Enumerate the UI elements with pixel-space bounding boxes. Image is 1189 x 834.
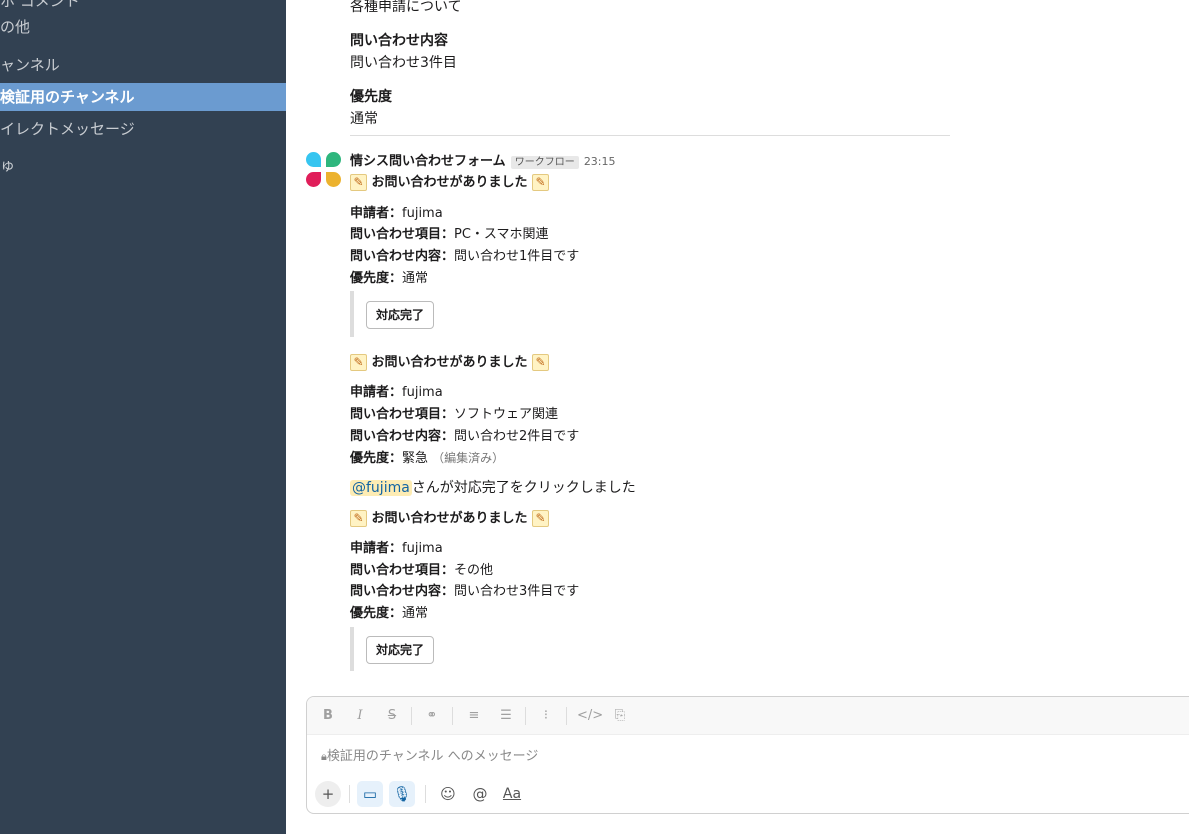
italic-icon[interactable]: I (349, 706, 371, 726)
post-heading: ✎ お問い合わせがありました ✎ (350, 171, 550, 191)
item-row: 問い合わせ項目：PC・スマホ関連 (350, 227, 549, 242)
edited-label: （編集済み） (432, 451, 505, 465)
priority-row: 優先度：通常 (350, 271, 429, 286)
link-icon[interactable]: ⚭ (421, 706, 443, 726)
memo-icon: ✎ (532, 354, 550, 371)
ordered-list-icon[interactable]: ≡ (463, 706, 485, 726)
applicant-row: 申請者：fujima (350, 541, 443, 556)
memo-icon: ✎ (532, 174, 550, 191)
workflow-badge: ワークフロー (510, 156, 579, 169)
sidebar-item-test-channel[interactable]: 検証用のチャンネル (0, 83, 286, 111)
sidebar: ホ コメント の他 ャンネル 検証用のチャンネル イレクトメッセージ ゅ (0, 0, 286, 834)
post-heading: ✎ お問い合わせがありました ✎ (350, 351, 550, 371)
applicant-row: 申請者：fujima (350, 206, 443, 221)
bold-icon[interactable]: B (317, 706, 339, 726)
sidebar-section-direct-messages[interactable]: イレクトメッセージ (0, 114, 286, 144)
completion-notice: @fujima さんが対応完了をクリックしました (350, 480, 636, 496)
complete-button[interactable]: 対応完了 (366, 636, 435, 664)
strikethrough-icon[interactable]: S (381, 706, 403, 726)
timestamp[interactable]: 23:15 (584, 155, 616, 168)
memo-icon: ✎ (350, 510, 367, 527)
content-row: 問い合わせ内容：問い合わせ3件目です (350, 584, 580, 599)
content-row: 問い合わせ内容：問い合わせ2件目です (350, 429, 580, 444)
message-composer: B I S ⚭ ≡ ☰ ⁝ </> ⎘ 🔒︎検証用のチャンネル へのメッセージ … (306, 696, 1189, 814)
message-divider (350, 135, 950, 136)
complete-button[interactable]: 対応完了 (366, 301, 435, 329)
sidebar-section-channels[interactable]: ャンネル (0, 50, 286, 80)
applicant-row: 申請者：fujima (350, 385, 443, 400)
formatting-toolbar: B I S ⚭ ≡ ☰ ⁝ </> ⎘ (307, 697, 1189, 735)
priority-row: 優先度：緊急 （編集済み） (350, 451, 505, 466)
memo-icon: ✎ (350, 354, 367, 371)
prev-line: 各種申請について (350, 0, 462, 15)
video-icon[interactable]: ▭ (357, 781, 383, 807)
user-mention[interactable]: @fujima (350, 480, 412, 496)
bullet-list-icon[interactable]: ☰ (495, 706, 517, 726)
prev-content-label: 問い合わせ内容 (350, 33, 448, 49)
message-header: 情シス問い合わせフォーム ワークフロー 23:15 (350, 150, 616, 169)
priority-row: 優先度：通常 (350, 606, 429, 621)
message-pane: 各種申請について 問い合わせ内容 問い合わせ3件目 優先度 通常 情シス問い合わ… (286, 0, 1189, 834)
prev-content-value: 問い合わせ3件目 (350, 55, 457, 71)
memo-icon: ✎ (350, 174, 367, 191)
code-block-icon[interactable]: ⎘ (609, 706, 631, 726)
blockquote-icon[interactable]: ⁝ (535, 706, 557, 726)
post-heading: ✎ お問い合わせがありました ✎ (350, 507, 550, 527)
microphone-icon[interactable]: 🎙︎ (389, 781, 415, 807)
item-row: 問い合わせ項目：その他 (350, 563, 494, 578)
mention-icon[interactable]: @ (467, 781, 493, 807)
item-row: 問い合わせ項目：ソフトウェア関連 (350, 407, 559, 422)
memo-icon: ✎ (532, 510, 550, 527)
emoji-icon[interactable]: ☺ (435, 781, 461, 807)
format-icon[interactable]: Aa (499, 781, 525, 807)
sidebar-item-apps[interactable]: ゅ (0, 150, 286, 180)
prev-priority-label: 優先度 (350, 89, 392, 105)
sender-name[interactable]: 情シス問い合わせフォーム (350, 154, 506, 169)
sidebar-item-other[interactable]: の他 (0, 12, 286, 42)
prev-priority-value: 通常 (350, 111, 378, 127)
code-icon[interactable]: </> (577, 706, 603, 726)
message-input[interactable]: 🔒︎検証用のチャンネル へのメッセージ (321, 745, 538, 764)
app-avatar[interactable] (306, 152, 342, 188)
attachment-bar (350, 627, 354, 671)
attachment-bar (350, 291, 354, 337)
content-row: 問い合わせ内容：問い合わせ1件目です (350, 249, 580, 264)
plus-shortcut-icon[interactable]: + (315, 781, 341, 807)
